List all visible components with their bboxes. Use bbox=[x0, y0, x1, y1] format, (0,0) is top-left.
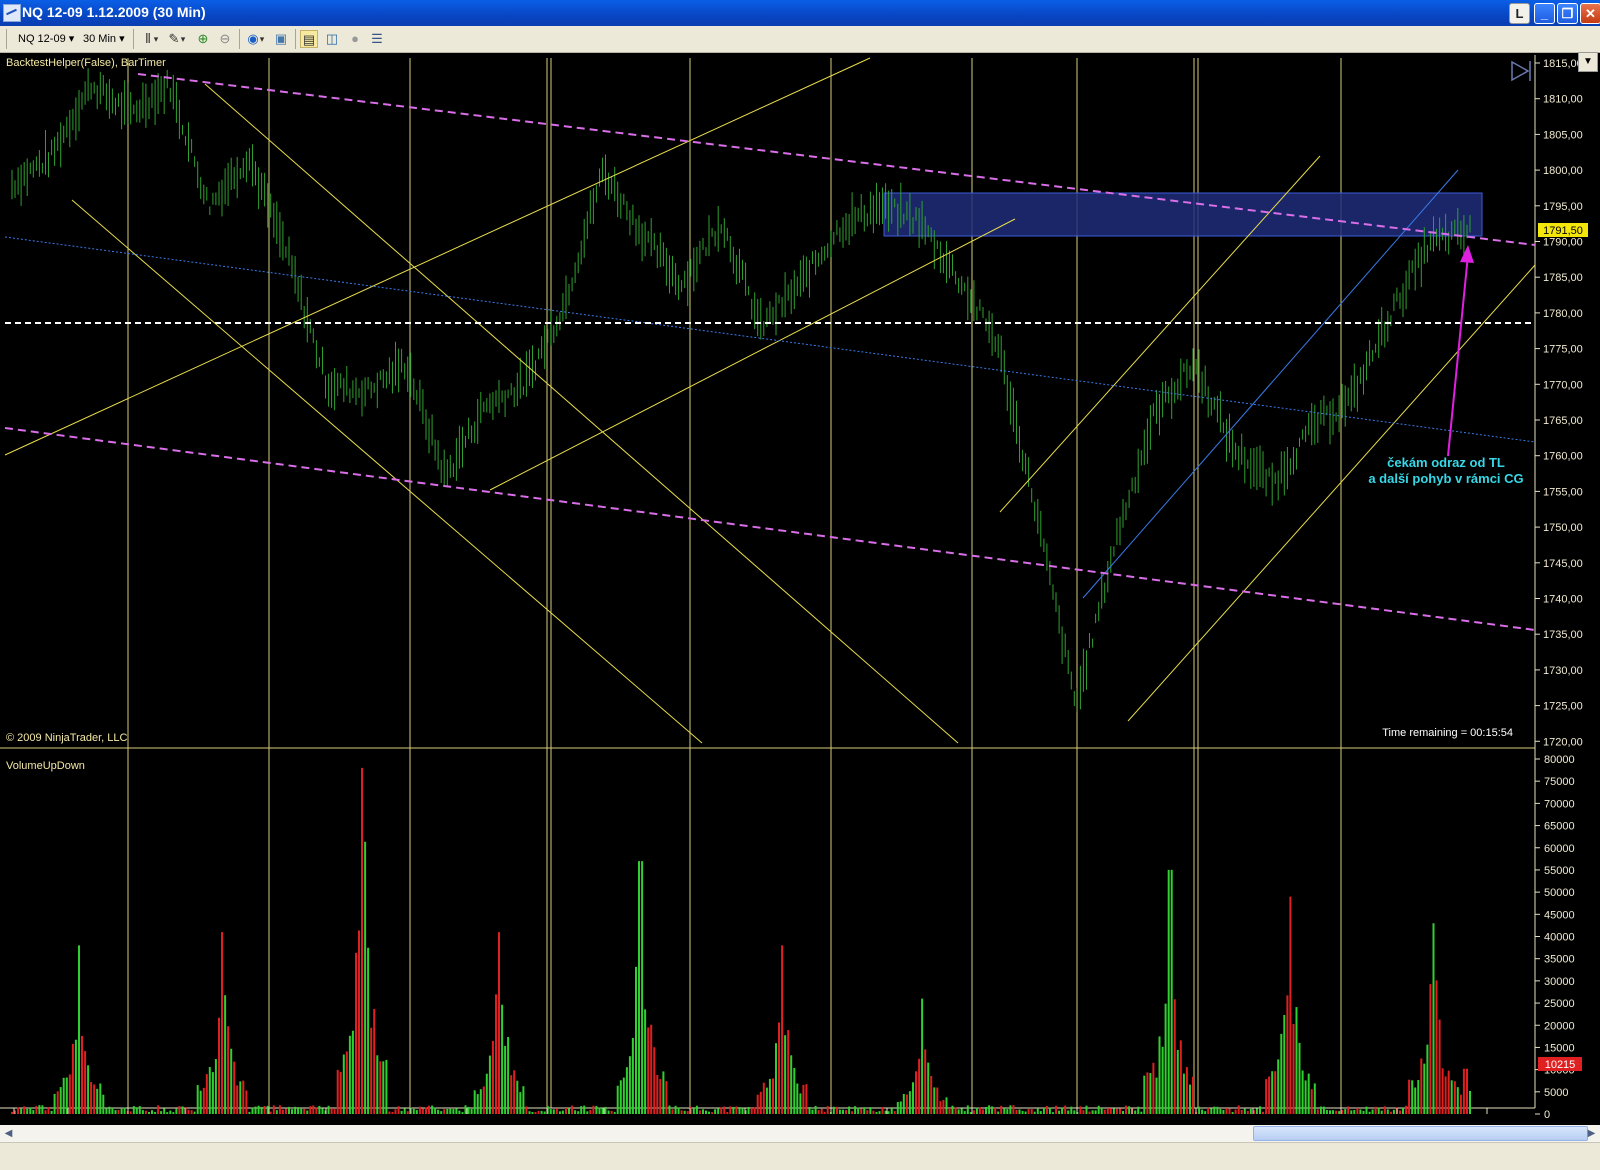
maximize-button[interactable]: ❐ bbox=[1557, 3, 1578, 24]
price-tick-label: 1770,00 bbox=[1543, 379, 1583, 391]
chevron-down-icon[interactable]: ▾ bbox=[258, 30, 266, 48]
toolbar-separator bbox=[239, 29, 240, 49]
link-button[interactable]: L bbox=[1509, 3, 1530, 24]
chevron-down-icon[interactable]: ▾ bbox=[179, 30, 187, 48]
price-tick-label: 1760,00 bbox=[1543, 451, 1583, 463]
volume-tick-label: 35000 bbox=[1544, 954, 1575, 966]
title-bar: NQ 12-09 1.12.2009 (30 Min) L _ ❐ ✕ bbox=[0, 0, 1600, 26]
price-chart[interactable]: 1815,00 1810,00 1805,00 1800,00 1795,00 1790,… bbox=[0, 53, 1600, 1125]
volume-tick-label: 75000 bbox=[1544, 776, 1575, 788]
toolbar-separator bbox=[133, 29, 134, 49]
volume-tick-label: 80000 bbox=[1544, 754, 1575, 766]
volume-tick-label: 50000 bbox=[1544, 887, 1575, 899]
chevron-down-icon[interactable]: ▾ bbox=[152, 30, 160, 48]
indicator-label: BacktestHelper(False), BarTimer bbox=[6, 57, 166, 69]
price-tick-label: 1795,00 bbox=[1543, 201, 1583, 213]
volume-tick-label: 0 bbox=[1544, 1109, 1550, 1121]
price-tick-label: 1755,00 bbox=[1543, 486, 1583, 498]
volume-tick-label: 60000 bbox=[1544, 843, 1575, 855]
scrollbar-track[interactable]: ◀ ▶ bbox=[0, 1125, 1600, 1143]
close-button[interactable]: ✕ bbox=[1580, 3, 1600, 24]
price-tick-label: 1810,00 bbox=[1543, 94, 1583, 106]
interval-selector[interactable]: 30 Min ▾ bbox=[83, 30, 125, 48]
properties-icon[interactable]: ▣ bbox=[272, 30, 290, 48]
window-title: NQ 12-09 1.12.2009 (30 Min) bbox=[22, 4, 206, 20]
volume-panel-label: VolumeUpDown bbox=[6, 760, 85, 772]
chevron-down-icon: ▾ bbox=[68, 33, 75, 45]
instrument-label: NQ 12-09 bbox=[18, 33, 66, 45]
price-tick-label: 1800,00 bbox=[1543, 165, 1583, 177]
volume-tick-label: 20000 bbox=[1544, 1020, 1575, 1032]
interval-label: 30 Min bbox=[83, 33, 117, 45]
price-tick-label: 1805,00 bbox=[1543, 129, 1583, 141]
annotation-line-2: a další pohyb v rámci CG bbox=[1368, 471, 1523, 486]
instrument-selector[interactable]: NQ 12-09 ▾ bbox=[18, 30, 74, 48]
copyright-label: © 2009 NinjaTrader, LLC bbox=[6, 732, 127, 744]
scroll-left-icon[interactable]: ◀ bbox=[1, 1126, 16, 1141]
bar-timer-label: Time remaining = 00:15:54 bbox=[1382, 727, 1513, 739]
price-tick-label: 1790,00 bbox=[1543, 237, 1583, 249]
chart-toolbar: NQ 12-09 ▾ 30 Min ▾ ⫴ ▾ ✎ ▾ ⊕ ⊖ ◉ ▾ ▣ ▤ … bbox=[0, 26, 1600, 53]
price-tick-label: 1720,00 bbox=[1543, 736, 1583, 748]
price-tick-label: 1780,00 bbox=[1543, 308, 1583, 320]
app-icon bbox=[3, 4, 21, 22]
volume-tick-label: 40000 bbox=[1544, 932, 1575, 944]
volume-tick-label: 70000 bbox=[1544, 798, 1575, 810]
toolbar-separator bbox=[295, 29, 296, 49]
volume-tick-label: 5000 bbox=[1544, 1087, 1568, 1099]
volume-tick-label: 25000 bbox=[1544, 998, 1575, 1010]
annotation-line-1: čekám odraz od TL bbox=[1387, 455, 1505, 470]
volume-tick-label: 45000 bbox=[1544, 909, 1575, 921]
panel-menu-button[interactable]: ▼ bbox=[1578, 52, 1598, 72]
price-tick-label: 1735,00 bbox=[1543, 629, 1583, 641]
scrollbar-thumb[interactable] bbox=[1253, 1126, 1588, 1141]
last-price-value: 1791,50 bbox=[1543, 225, 1583, 237]
price-tick-label: 1765,00 bbox=[1543, 415, 1583, 427]
volume-tick-label: 55000 bbox=[1544, 865, 1575, 877]
price-tick-label: 1815,00 bbox=[1543, 58, 1583, 70]
volume-tick-label: 30000 bbox=[1544, 976, 1575, 988]
last-volume-value: 10215 bbox=[1545, 1059, 1576, 1071]
price-tick-label: 1740,00 bbox=[1543, 594, 1583, 606]
volume-tick-label: 15000 bbox=[1544, 1042, 1575, 1054]
volume-tick-label: 65000 bbox=[1544, 821, 1575, 833]
price-tick-label: 1750,00 bbox=[1543, 522, 1583, 534]
chevron-down-icon: ▾ bbox=[119, 33, 125, 45]
zoom-out-icon[interactable]: ⊖ bbox=[216, 30, 234, 48]
price-tick-label: 1785,00 bbox=[1543, 272, 1583, 284]
record-icon[interactable]: ● bbox=[346, 30, 364, 48]
scroll-right-icon[interactable]: ▶ bbox=[1584, 1126, 1599, 1141]
chart-trader-icon[interactable]: ◫ bbox=[323, 30, 341, 48]
minimize-button[interactable]: _ bbox=[1534, 3, 1555, 24]
price-tick-label: 1725,00 bbox=[1543, 701, 1583, 713]
data-box-icon[interactable]: ▤ bbox=[300, 30, 318, 48]
zoom-in-icon[interactable]: ⊕ bbox=[194, 30, 212, 48]
price-tick-label: 1775,00 bbox=[1543, 344, 1583, 356]
toolbar-grip bbox=[6, 29, 7, 49]
list-icon[interactable]: ☰ bbox=[368, 30, 386, 48]
price-tick-label: 1745,00 bbox=[1543, 558, 1583, 570]
horizontal-scrollbar[interactable]: ◀ ▶ bbox=[0, 1125, 1600, 1170]
price-tick-label: 1730,00 bbox=[1543, 665, 1583, 677]
resistance-zone bbox=[883, 192, 1483, 237]
